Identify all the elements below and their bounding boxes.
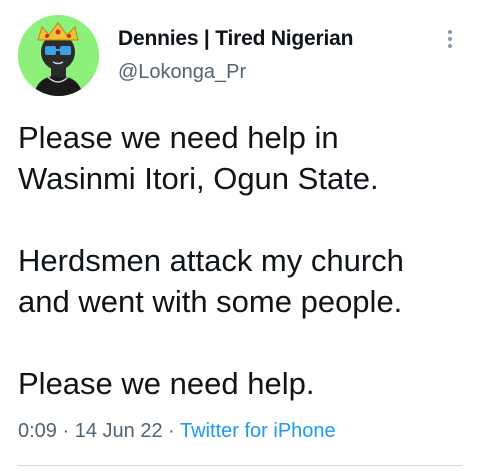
tweet-line: Wasinmi Itori, Ogun State. [18, 161, 379, 196]
meta-separator: · [62, 420, 70, 442]
more-vertical-icon[interactable] [442, 26, 458, 52]
tweet-line: Please we need help in [18, 120, 339, 155]
divider [18, 465, 462, 466]
avatar-image [18, 15, 99, 96]
tweet-line: and went with some people. [18, 284, 403, 319]
meta-separator: · [168, 420, 175, 442]
tweet-card: Dennies | Tired Nigerian @Lokonga_Pr Ple… [0, 0, 480, 471]
tweet-line: Herdsmen attack my church [18, 243, 404, 278]
tweet-date[interactable]: 14 Jun 22 [75, 420, 163, 442]
user-handle[interactable]: @Lokonga_Pr [118, 61, 246, 84]
tweet-time[interactable]: 0:09 [18, 420, 57, 442]
display-name[interactable]: Dennies | Tired Nigerian [118, 27, 353, 51]
tweet-line: Please we need help. [18, 366, 315, 401]
tweet-source-link[interactable]: Twitter for iPhone [180, 420, 336, 442]
avatar[interactable] [18, 15, 99, 96]
tweet-meta: 0:09 · 14 Jun 22 · Twitter for iPhone [18, 420, 336, 443]
tweet-text: Please we need help in Wasinmi Itori, Og… [18, 117, 468, 404]
